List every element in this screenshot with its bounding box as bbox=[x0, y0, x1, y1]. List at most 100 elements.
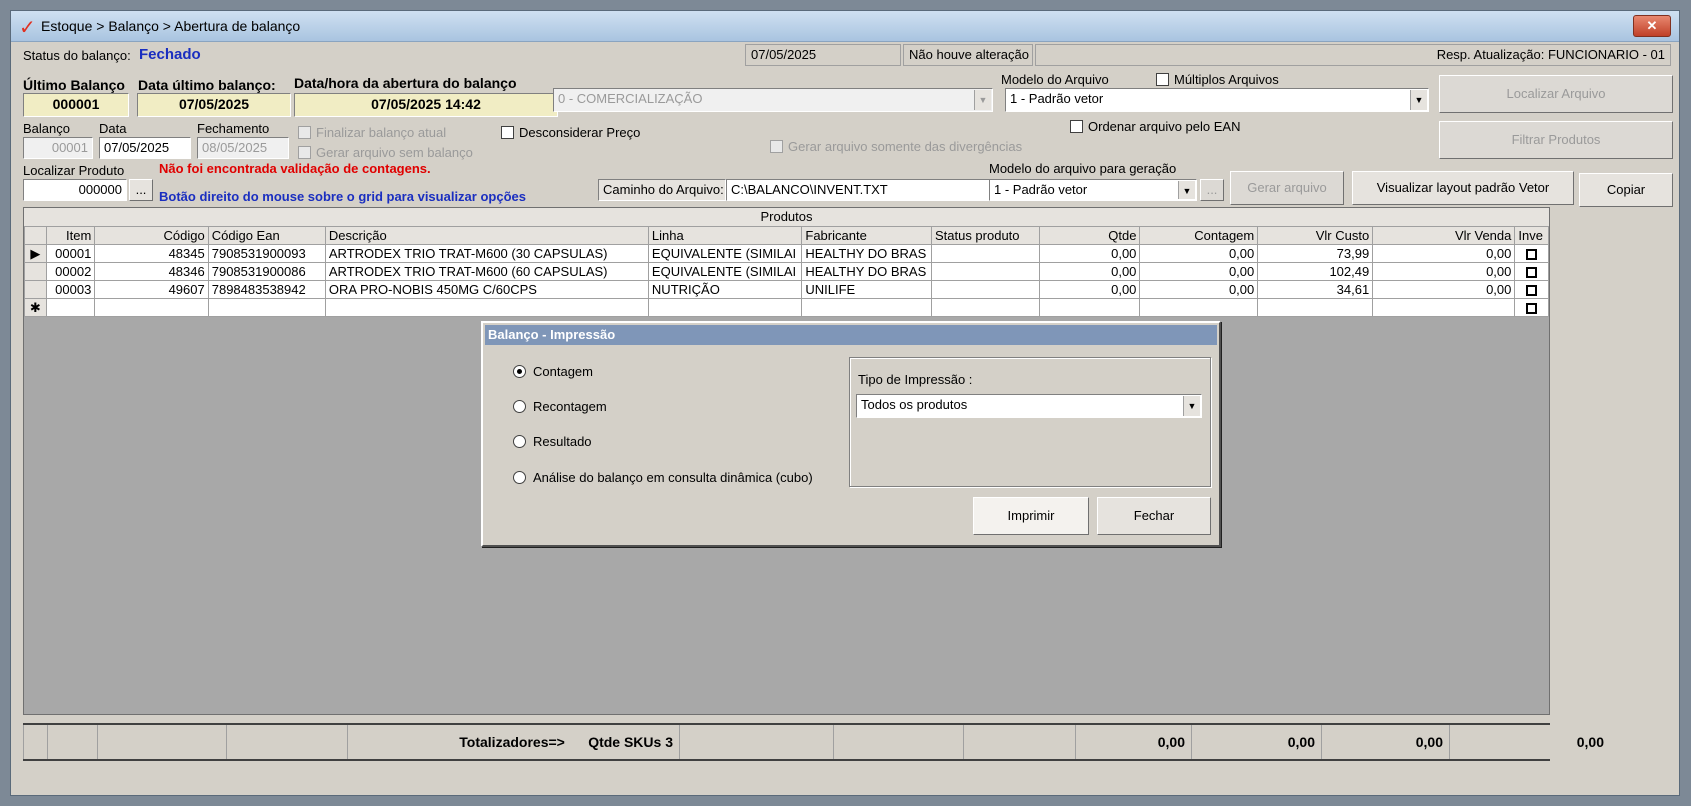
column-header[interactable]: Contagem bbox=[1139, 226, 1259, 245]
cell-ean[interactable]: 7898483538942 bbox=[207, 280, 326, 299]
cell-inventario[interactable] bbox=[1514, 280, 1549, 299]
imprimir-button[interactable]: Imprimir bbox=[973, 497, 1089, 535]
cell-fabricante[interactable]: UNILIFE bbox=[801, 280, 932, 299]
cell-status[interactable] bbox=[930, 280, 1041, 299]
cell-ean[interactable]: 7908531900086 bbox=[207, 262, 326, 281]
chevron-down-icon[interactable]: ▼ bbox=[1183, 396, 1200, 416]
column-header[interactable]: Código Ean bbox=[207, 226, 326, 245]
cell-contagem[interactable]: 0,00 bbox=[1139, 262, 1259, 281]
ordenar-ean-checkbox[interactable] bbox=[1070, 120, 1083, 133]
column-header[interactable]: Qtde bbox=[1039, 226, 1141, 245]
cell-empty[interactable] bbox=[801, 298, 932, 317]
finalizar-checkbox[interactable] bbox=[298, 126, 311, 139]
row-selector[interactable] bbox=[24, 280, 47, 299]
gerar-sem-checkbox[interactable] bbox=[298, 146, 311, 159]
copiar-button[interactable]: Copiar bbox=[1579, 173, 1673, 207]
cell-custo[interactable]: 34,61 bbox=[1257, 280, 1374, 299]
cell-linha[interactable]: EQUIVALENTE (SIMILAI bbox=[647, 262, 803, 281]
close-button[interactable]: ✕ bbox=[1633, 15, 1671, 37]
table-row[interactable]: 00003 49607 7898483538942 ORA PRO-NOBIS … bbox=[24, 280, 1549, 299]
multiplos-checkbox[interactable] bbox=[1156, 73, 1169, 86]
cell-inventario[interactable] bbox=[1514, 298, 1549, 317]
fechar-button[interactable]: Fechar bbox=[1097, 497, 1211, 535]
localizar-produto-button[interactable]: ... bbox=[129, 179, 153, 201]
cell-qtde[interactable]: 0,00 bbox=[1039, 244, 1141, 263]
modelo-geracao-dots-button[interactable]: ... bbox=[1200, 179, 1224, 201]
modelo-arquivo-select[interactable]: 1 - Padrão vetor ▼ bbox=[1005, 88, 1429, 112]
chevron-down-icon[interactable]: ▼ bbox=[1410, 90, 1427, 110]
cell-qtde[interactable]: 0,00 bbox=[1039, 280, 1141, 299]
cell-status[interactable] bbox=[930, 262, 1041, 281]
gerar-arquivo-button[interactable]: Gerar arquivo bbox=[1230, 171, 1344, 205]
data-field[interactable]: 07/05/2025 bbox=[99, 137, 191, 159]
tipo-impressao-select[interactable]: Todos os produtos ▼ bbox=[856, 394, 1202, 418]
cell-descricao[interactable]: ORA PRO-NOBIS 450MG C/60CPS bbox=[324, 280, 649, 299]
cell-contagem[interactable]: 0,00 bbox=[1139, 244, 1259, 263]
cell-ean[interactable]: 7908531900093 bbox=[207, 244, 326, 263]
cell-codigo[interactable]: 49607 bbox=[94, 280, 209, 299]
cell-empty[interactable] bbox=[207, 298, 326, 317]
cell-item[interactable]: 00001 bbox=[45, 244, 96, 263]
cell-empty[interactable] bbox=[930, 298, 1041, 317]
recontagem-radio[interactable] bbox=[513, 400, 526, 413]
cell-codigo[interactable]: 48345 bbox=[94, 244, 209, 263]
new-table-row[interactable]: ✱ bbox=[24, 298, 1549, 317]
inventario-checkbox[interactable] bbox=[1526, 249, 1538, 261]
cell-inventario[interactable] bbox=[1514, 244, 1549, 263]
cell-empty[interactable] bbox=[94, 298, 209, 317]
column-header[interactable]: Código bbox=[94, 226, 209, 245]
chevron-down-icon[interactable]: ▼ bbox=[1178, 181, 1195, 199]
cell-contagem[interactable]: 0,00 bbox=[1139, 280, 1259, 299]
gerar-divergencias-checkbox[interactable] bbox=[770, 140, 783, 153]
cell-inventario[interactable] bbox=[1514, 262, 1549, 281]
cell-empty[interactable] bbox=[1372, 298, 1516, 317]
visualizar-layout-button[interactable]: Visualizar layout padrão Vetor bbox=[1352, 171, 1574, 205]
cell-custo[interactable]: 73,99 bbox=[1257, 244, 1374, 263]
column-header[interactable]: Fabricante bbox=[801, 226, 932, 245]
cell-item[interactable]: 00003 bbox=[45, 280, 96, 299]
resultado-radio[interactable] bbox=[513, 435, 526, 448]
column-header[interactable]: Vlr Custo bbox=[1257, 226, 1374, 245]
inventario-checkbox[interactable] bbox=[1526, 267, 1538, 279]
cell-codigo[interactable]: 48346 bbox=[94, 262, 209, 281]
cell-custo[interactable]: 102,49 bbox=[1257, 262, 1374, 281]
column-header[interactable]: Item bbox=[45, 226, 96, 245]
cell-status[interactable] bbox=[930, 244, 1041, 263]
cell-empty[interactable] bbox=[324, 298, 649, 317]
table-row[interactable]: 00002 48346 7908531900086 ARTRODEX TRIO … bbox=[24, 262, 1549, 281]
column-header[interactable]: Linha bbox=[647, 226, 803, 245]
localizar-produto-field[interactable]: 000000 bbox=[23, 179, 127, 201]
cell-empty[interactable] bbox=[1139, 298, 1259, 317]
analise-cubo-radio[interactable] bbox=[513, 471, 526, 484]
cell-empty[interactable] bbox=[45, 298, 96, 317]
cell-empty[interactable] bbox=[647, 298, 803, 317]
localizar-arquivo-button[interactable]: Localizar Arquivo bbox=[1439, 75, 1673, 113]
inventario-checkbox[interactable] bbox=[1526, 303, 1538, 315]
desconsiderar-checkbox[interactable] bbox=[501, 126, 514, 139]
cell-venda[interactable]: 0,00 bbox=[1372, 280, 1516, 299]
cell-empty[interactable] bbox=[1039, 298, 1141, 317]
caminho-field[interactable]: C:\BALANCO\INVENT.TXT bbox=[726, 179, 992, 201]
cell-item[interactable]: 00002 bbox=[45, 262, 96, 281]
modelo-geracao-select[interactable]: 1 - Padrão vetor ▼ bbox=[989, 179, 1197, 201]
inventario-checkbox[interactable] bbox=[1526, 285, 1538, 297]
cell-descricao[interactable]: ARTRODEX TRIO TRAT-M600 (30 CAPSULAS) bbox=[324, 244, 649, 263]
cell-fabricante[interactable]: HEALTHY DO BRAS bbox=[801, 244, 932, 263]
cell-descricao[interactable]: ARTRODEX TRIO TRAT-M600 (60 CAPSULAS) bbox=[324, 262, 649, 281]
table-row[interactable]: ▶ 00001 48345 7908531900093 ARTRODEX TRI… bbox=[24, 244, 1549, 263]
totals-custo: 0,00 bbox=[1321, 725, 1449, 759]
cell-linha[interactable]: NUTRIÇÃO bbox=[647, 280, 803, 299]
filtrar-produtos-button[interactable]: Filtrar Produtos bbox=[1439, 121, 1673, 159]
cell-qtde[interactable]: 0,00 bbox=[1039, 262, 1141, 281]
column-header[interactable]: Status produto bbox=[930, 226, 1041, 245]
cell-venda[interactable]: 0,00 bbox=[1372, 244, 1516, 263]
cell-empty[interactable] bbox=[1257, 298, 1374, 317]
row-selector[interactable] bbox=[24, 262, 47, 281]
column-header[interactable]: Vlr Venda bbox=[1372, 226, 1516, 245]
cell-venda[interactable]: 0,00 bbox=[1372, 262, 1516, 281]
column-header[interactable]: Inve bbox=[1514, 226, 1549, 245]
column-header[interactable]: Descrição bbox=[324, 226, 649, 245]
cell-fabricante[interactable]: HEALTHY DO BRAS bbox=[801, 262, 932, 281]
cell-linha[interactable]: EQUIVALENTE (SIMILAI bbox=[647, 244, 803, 263]
contagem-radio[interactable] bbox=[513, 365, 526, 378]
